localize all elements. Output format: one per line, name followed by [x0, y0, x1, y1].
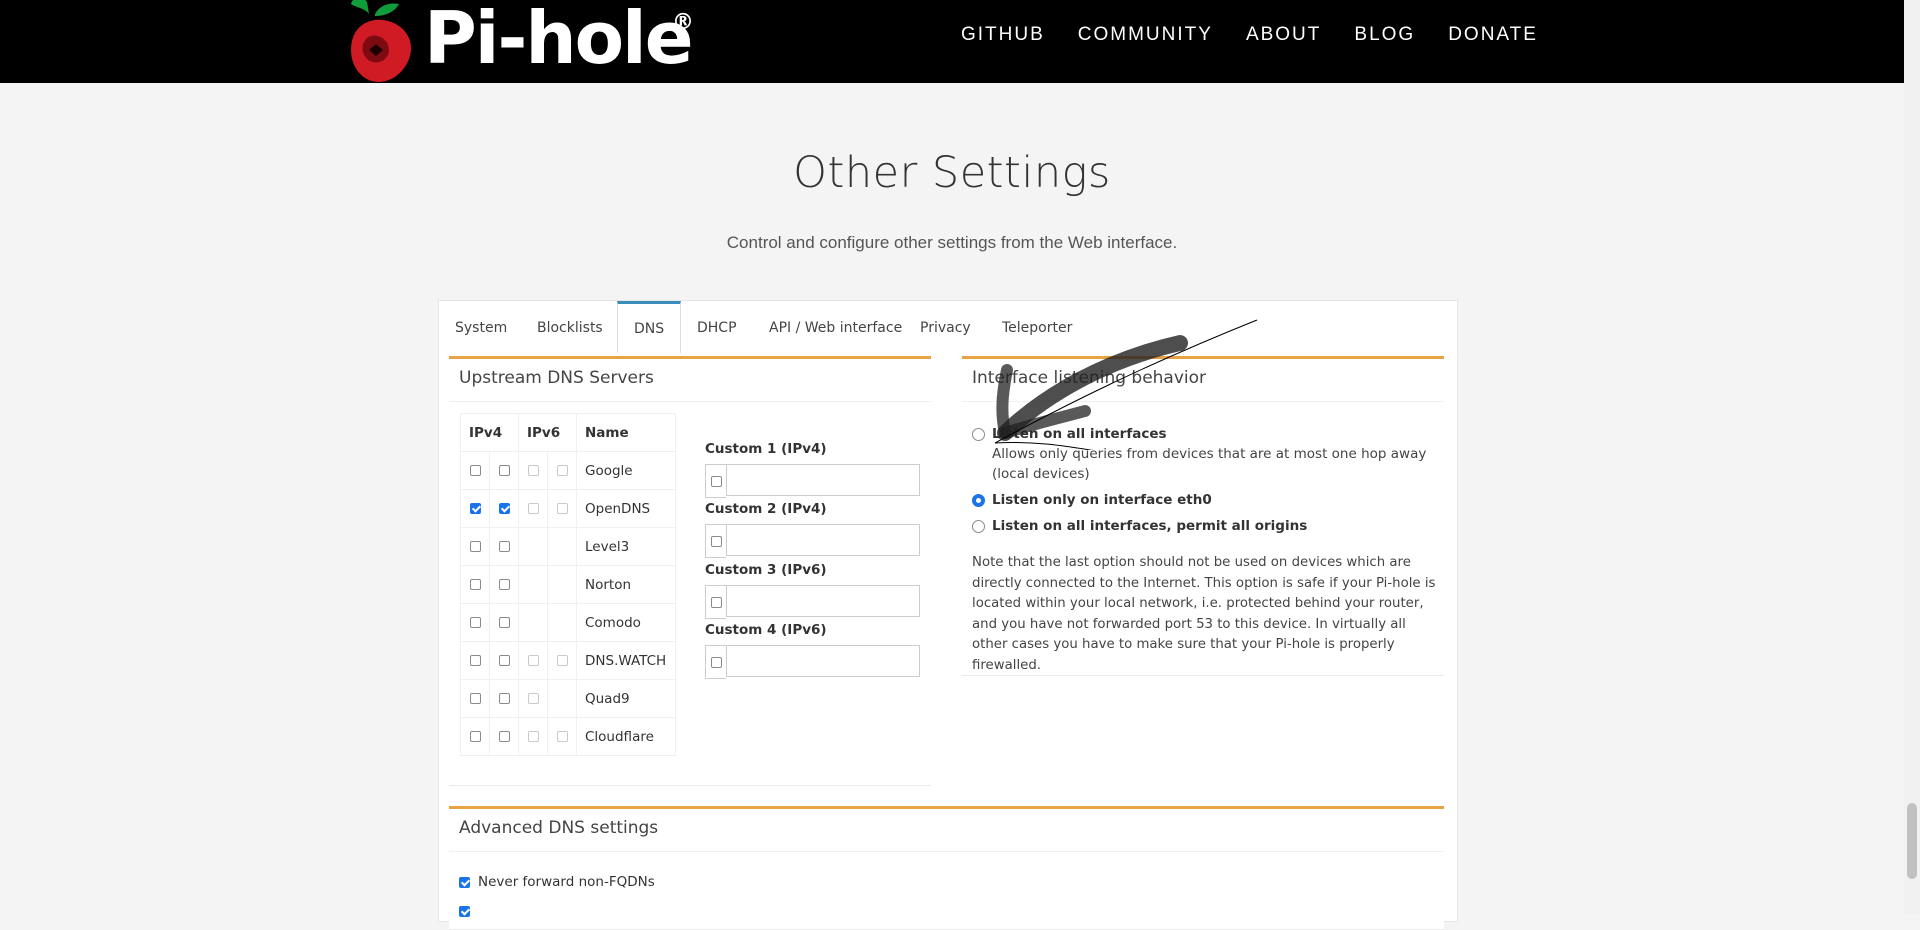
- page-title: Other Settings: [793, 148, 1111, 198]
- page-scrollbar[interactable]: [1904, 0, 1920, 914]
- tab-dhcp[interactable]: DHCP: [697, 301, 737, 353]
- ipv6-checkbox-1[interactable]: [527, 731, 539, 742]
- ipv4-checkbox-1[interactable]: [469, 541, 481, 552]
- ipv4-checkbox-1[interactable]: [469, 655, 481, 666]
- never-forward-fqdn-checkbox[interactable]: [459, 876, 470, 888]
- custom3-input[interactable]: [726, 585, 920, 617]
- dns-row: OpenDNS: [460, 489, 676, 528]
- dns-provider-name: Cloudflare: [576, 717, 676, 756]
- dns-row: DNS.WATCH: [460, 641, 676, 680]
- col-ipv4: IPv4: [460, 413, 519, 452]
- col-name: Name: [576, 413, 676, 452]
- custom3-label: Custom 3 (IPv6): [705, 562, 827, 578]
- ipv4-checkbox-2[interactable]: [498, 655, 510, 666]
- radio-listen-all-desc: Allows only queries from devices that ar…: [992, 446, 1427, 482]
- tab-api-web-interface[interactable]: API / Web interface: [769, 301, 902, 353]
- nav-blog[interactable]: BLOG: [1354, 24, 1415, 46]
- ipv6-checkbox-1[interactable]: [527, 465, 539, 476]
- custom1-group: [705, 464, 920, 498]
- nav-github[interactable]: GITHUB: [961, 24, 1045, 46]
- custom3-group: [705, 585, 920, 619]
- main-nav: GITHUB COMMUNITY ABOUT BLOG DONATE: [928, 0, 1538, 70]
- radio-listen-all-origins[interactable]: [972, 520, 985, 533]
- nav-donate[interactable]: DONATE: [1448, 24, 1538, 46]
- custom4-input[interactable]: [726, 645, 920, 677]
- advanced-next-checkbox[interactable]: [459, 906, 470, 917]
- dns-provider-name: DNS.WATCH: [576, 641, 676, 680]
- ipv6-checkbox-2[interactable]: [556, 503, 568, 514]
- custom2-input[interactable]: [726, 524, 920, 556]
- ipv4-checkbox-2[interactable]: [498, 731, 510, 742]
- radio-listen-eth0[interactable]: [972, 494, 985, 507]
- custom2-group: [705, 524, 920, 558]
- dns-provider-name: OpenDNS: [576, 489, 676, 528]
- never-forward-fqdn-label[interactable]: Never forward non-FQDNs: [478, 874, 655, 890]
- ipv4-checkbox-2[interactable]: [498, 579, 510, 590]
- scrollbar-thumb[interactable]: [1907, 803, 1917, 879]
- ipv6-checkbox-2[interactable]: [556, 655, 568, 666]
- dns-row: Cloudflare: [460, 717, 676, 756]
- box-divider: [449, 401, 931, 402]
- ipv4-checkbox-2[interactable]: [498, 617, 510, 628]
- ipv4-checkbox-2[interactable]: [498, 693, 510, 704]
- custom2-checkbox[interactable]: [710, 535, 722, 547]
- col-ipv6: IPv6: [518, 413, 577, 452]
- custom1-label: Custom 1 (IPv4): [705, 441, 827, 457]
- radio-listen-all-origins-label[interactable]: Listen on all interfaces, permit all ori…: [992, 518, 1307, 534]
- ipv6-checkbox-2[interactable]: [556, 465, 568, 476]
- dns-row: Norton: [460, 565, 676, 604]
- dns-provider-name: Level3: [576, 527, 676, 566]
- never-forward-fqdn-item: Never forward non-FQDNs: [459, 874, 655, 890]
- ipv4-checkbox-1[interactable]: [469, 503, 481, 514]
- dns-row: Google: [460, 451, 676, 490]
- hand-drawn-arrow-icon: [994, 319, 1258, 450]
- advanced-dns-box: Advanced DNS settings: [449, 806, 1444, 930]
- settings-tabs: System Blocklists DNS DHCP API / Web int…: [439, 301, 1457, 353]
- interface-note: Note that the last option should not be …: [972, 555, 1436, 673]
- ipv4-checkbox-1[interactable]: [469, 465, 481, 476]
- registered-mark: ®: [672, 10, 694, 35]
- ipv6-checkbox-1[interactable]: [527, 693, 539, 704]
- ipv4-checkbox-2[interactable]: [498, 503, 510, 514]
- ipv6-checkbox-2[interactable]: [556, 731, 568, 742]
- upstream-dns-table: IPv4 IPv6 Name Google OpenDNS Level3 Norton…: [460, 413, 676, 756]
- custom1-input[interactable]: [726, 464, 920, 496]
- upstream-dns-title: Upstream DNS Servers: [459, 368, 654, 388]
- dns-row: Quad9: [460, 679, 676, 718]
- ipv6-checkbox-1[interactable]: [527, 503, 539, 514]
- dns-provider-name: Norton: [576, 565, 676, 604]
- dns-row: Level3: [460, 527, 676, 566]
- custom4-label: Custom 4 (IPv6): [705, 622, 827, 638]
- tab-system[interactable]: System: [455, 301, 507, 353]
- brand-name[interactable]: Pi-hole: [424, 0, 694, 82]
- tab-privacy[interactable]: Privacy: [920, 301, 971, 353]
- tab-blocklists[interactable]: Blocklists: [537, 301, 603, 353]
- dns-row: Comodo: [460, 603, 676, 642]
- radio-listen-all[interactable]: [972, 428, 985, 441]
- ipv4-checkbox-1[interactable]: [469, 579, 481, 590]
- custom1-checkbox[interactable]: [710, 475, 722, 487]
- ipv4-checkbox-2[interactable]: [498, 465, 510, 476]
- custom4-group: [705, 645, 920, 679]
- custom2-label: Custom 2 (IPv4): [705, 501, 827, 517]
- ipv4-checkbox-1[interactable]: [469, 617, 481, 628]
- custom4-checkbox[interactable]: [710, 656, 722, 668]
- advanced-dns-title: Advanced DNS settings: [459, 818, 659, 838]
- page-subtitle: Control and configure other settings fro…: [726, 233, 1178, 252]
- top-navbar: Pi-hole ® GITHUB COMMUNITY ABOUT BLOG DO…: [0, 0, 1904, 83]
- dns-provider-name: Quad9: [576, 679, 676, 718]
- ipv4-checkbox-1[interactable]: [469, 731, 481, 742]
- ipv4-checkbox-2[interactable]: [498, 541, 510, 552]
- ipv6-checkbox-1[interactable]: [527, 655, 539, 666]
- radio-listen-eth0-label[interactable]: Listen only on interface eth0: [992, 492, 1212, 508]
- box-divider: [449, 851, 1444, 852]
- dns-provider-name: Google: [576, 451, 676, 490]
- custom3-checkbox[interactable]: [710, 596, 722, 608]
- ipv4-checkbox-1[interactable]: [469, 693, 481, 704]
- nav-community[interactable]: COMMUNITY: [1078, 24, 1213, 46]
- advanced-next-item: [459, 906, 470, 917]
- nav-about[interactable]: ABOUT: [1246, 24, 1321, 46]
- tab-dns[interactable]: DNS: [617, 301, 682, 353]
- dns-provider-name: Comodo: [576, 603, 676, 642]
